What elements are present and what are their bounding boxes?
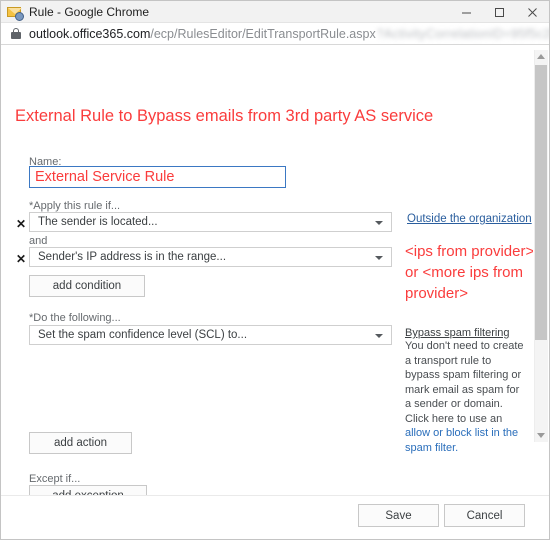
outside-the-organization-link[interactable]: Outside the organization: [407, 213, 532, 225]
do-the-following-label: *Do the following...: [29, 312, 121, 324]
except-if-label: Except if...: [29, 473, 81, 485]
browser-window: Rule - Google Chrome outlook.office365.c…: [0, 0, 550, 540]
title-bar: Rule - Google Chrome: [1, 1, 549, 23]
action-1-dropdown[interactable]: Set the spam confidence level (SCL) to..…: [29, 325, 392, 345]
rule-name-input[interactable]: [29, 166, 286, 188]
rule-editor-content: External Rule to Bypass emails from 3rd …: [1, 45, 549, 539]
content-scrollbar[interactable]: [533, 45, 549, 539]
url-bar[interactable]: outlook.office365.com/ecp/RulesEditor/Ed…: [1, 23, 549, 45]
condition-2-dropdown[interactable]: Sender's IP address is in the range...: [29, 247, 392, 267]
condition-1-dropdown[interactable]: The sender is located...: [29, 212, 392, 232]
and-label: and: [29, 235, 48, 247]
mail-rule-icon: [7, 4, 24, 21]
maximize-icon[interactable]: [483, 1, 516, 23]
close-icon[interactable]: [516, 1, 549, 23]
chevron-down-icon: [375, 255, 383, 260]
save-button[interactable]: Save: [358, 504, 439, 527]
cancel-button[interactable]: Cancel: [444, 504, 525, 527]
bypass-spam-filtering-heading[interactable]: Bypass spam filtering: [405, 327, 510, 339]
condition-2-value: Sender's IP address is in the range...: [38, 251, 227, 263]
page-title: External Rule to Bypass emails from 3rd …: [15, 107, 434, 125]
add-action-button[interactable]: add action: [29, 432, 132, 454]
window-controls: [450, 1, 549, 23]
help-body-text: You don't need to create a transport rul…: [405, 340, 524, 425]
bypass-spam-filtering-help-text: You don't need to create a transport rul…: [405, 339, 527, 455]
url-path: /ecp/RulesEditor/EditTransportRule.aspx: [150, 26, 376, 41]
window-title: Rule - Google Chrome: [29, 4, 150, 19]
minimize-icon[interactable]: [450, 1, 483, 23]
condition-1-value: The sender is located...: [38, 216, 158, 228]
url-text: outlook.office365.com/ecp/RulesEditor/Ed…: [29, 27, 549, 41]
action-1-value: Set the spam confidence level (SCL) to..…: [38, 329, 248, 341]
allow-block-list-link[interactable]: allow or block list in the spam filter.: [405, 427, 518, 454]
url-blurred-tail: ?ActivityCorrelationID=95f5c2f0-9b88-2e1…: [376, 26, 549, 41]
remove-condition-1-icon[interactable]: ✕: [14, 218, 28, 230]
dialog-footer: Save Cancel: [1, 495, 549, 539]
remove-condition-2-icon[interactable]: ✕: [14, 253, 28, 265]
chevron-down-icon: [375, 333, 383, 338]
chevron-down-icon: [375, 220, 383, 225]
scrollbar-thumb[interactable]: [535, 65, 547, 340]
add-condition-button[interactable]: add condition: [29, 275, 145, 297]
lock-icon: [11, 27, 21, 40]
url-host: outlook.office365.com: [29, 26, 151, 41]
apply-rule-if-label: *Apply this rule if...: [29, 200, 121, 212]
scroll-down-arrow-icon[interactable]: [534, 429, 548, 442]
scroll-up-arrow-icon[interactable]: [534, 50, 548, 63]
ips-annotation: <ips from provider> or <more ips from pr…: [405, 243, 535, 302]
